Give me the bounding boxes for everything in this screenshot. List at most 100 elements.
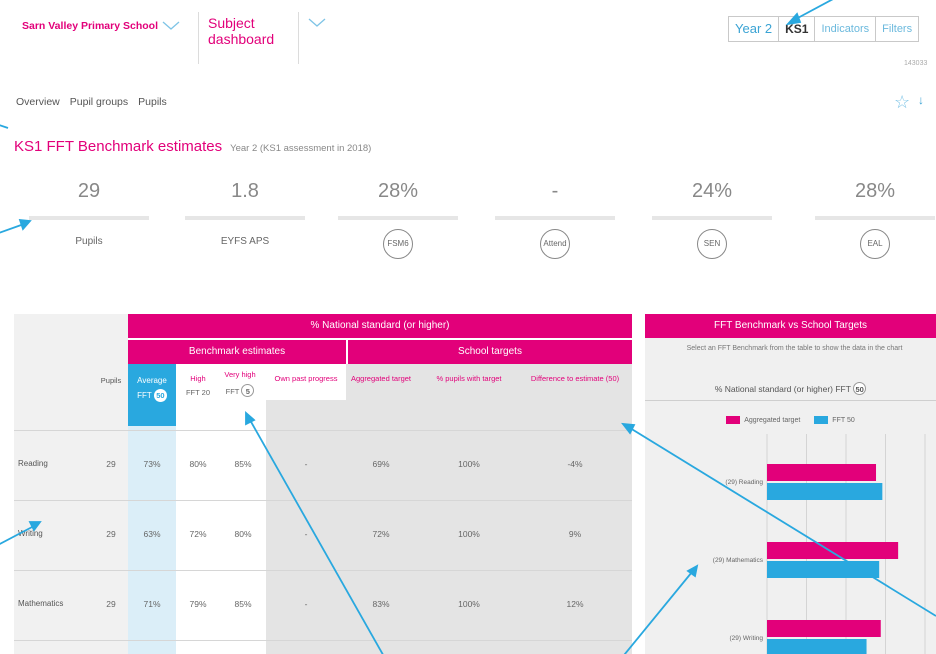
legend-item: Aggregated target — [726, 416, 800, 424]
cell-average: 71% — [143, 599, 161, 609]
row-divider — [14, 500, 632, 501]
cell-high: 80% — [189, 459, 207, 469]
nav-overview[interactable]: Overview — [16, 96, 60, 108]
chart-bar[interactable] — [767, 639, 867, 654]
cell-average: 73% — [143, 459, 161, 469]
cell-pupils: 29 — [106, 529, 116, 539]
tab-year[interactable]: Year 2 — [729, 17, 780, 41]
cell-pupils: 29 — [106, 459, 116, 469]
stat-bar — [185, 216, 305, 220]
cell-average: 63% — [143, 529, 161, 539]
legend-swatch — [814, 416, 829, 424]
col-difference: Difference to estimate (50) — [530, 374, 620, 383]
col-pupils: Pupils — [100, 376, 122, 385]
chart-category-label: (29) Writing — [730, 635, 764, 642]
benchmark-vs-targets-panel: FFT Benchmark vs School Targets Select a… — [645, 314, 936, 654]
group-targets: School targets — [348, 340, 632, 364]
school-name: Sarn Valley Primary School — [22, 20, 158, 32]
stat-bar — [338, 216, 458, 220]
chart-bar[interactable] — [767, 464, 877, 481]
cell-very-high: 80% — [234, 529, 252, 539]
col-very-high[interactable]: Very high FFT 5 — [220, 370, 260, 397]
fft-badge: 50 — [853, 382, 867, 395]
sub-nav: Overview Pupil groups Pupils — [16, 96, 167, 108]
col-high-fft: FFT 20 — [185, 388, 211, 397]
panel-separator — [645, 400, 936, 401]
chart-bar[interactable] — [767, 620, 881, 637]
header-divider — [198, 12, 199, 64]
tab-indicators[interactable]: Indicators — [815, 17, 877, 41]
stat-label: Pupils — [75, 236, 103, 247]
panel-title: FFT Benchmark vs School Targets — [645, 314, 936, 338]
stat-value: 28% — [377, 180, 419, 202]
header-divider — [298, 12, 299, 64]
school-code: 143033 — [904, 60, 928, 67]
annotation-arrow — [0, 223, 25, 234]
dashboard-title: Subject dashboard — [208, 15, 275, 47]
cell-diff: -4% — [567, 459, 583, 469]
col-average[interactable]: Average FFT 50 — [128, 364, 176, 426]
chevron-down-icon — [162, 21, 180, 30]
chart-legend: Aggregated target FFT 50 — [645, 416, 936, 424]
panel-subtitle: % National standard (or higher) FFT 50 — [645, 382, 936, 395]
cell-very-high: 85% — [234, 459, 252, 469]
col-average-fft: FFT — [137, 391, 152, 400]
cell-pct: 100% — [458, 529, 480, 539]
tab-ks1[interactable]: KS1 — [779, 17, 816, 41]
top-header: % National standard (or higher) — [128, 314, 632, 338]
stat-circle-label[interactable]: EAL — [860, 229, 890, 259]
stat-bar — [652, 216, 772, 220]
benchmark-table: % National standard (or higher) Benchmar… — [14, 314, 634, 654]
cell-high: 79% — [189, 599, 207, 609]
stat-value: 29 — [77, 180, 101, 202]
stat-bar — [495, 216, 615, 220]
stat-bar — [815, 216, 935, 220]
page-title: KS1 FFT Benchmark estimates — [14, 138, 223, 155]
cell-high: 72% — [189, 529, 207, 539]
row-subject: Writing — [18, 529, 43, 538]
chart-bar[interactable] — [767, 483, 883, 500]
cell-pupils: 29 — [106, 599, 116, 609]
stat-value: 24% — [691, 180, 733, 202]
stat-circle-label[interactable]: SEN — [697, 229, 727, 259]
school-selector[interactable]: Sarn Valley Primary School — [22, 20, 180, 32]
stat-value: 1.8 — [231, 180, 259, 202]
cell-aggregated: 72% — [372, 529, 390, 539]
cell-own: - — [304, 529, 308, 539]
legend-label: Aggregated target — [744, 416, 801, 424]
cell-pct: 100% — [458, 599, 480, 609]
nav-pupils[interactable]: Pupils — [138, 96, 167, 108]
tab-filters[interactable]: Filters — [876, 17, 918, 41]
col-very-high-label: Very high — [224, 370, 256, 379]
stat-circle-label[interactable]: Attend — [540, 229, 570, 259]
page-heading: KS1 FFT Benchmark estimates Year 2 (KS1 … — [14, 138, 371, 155]
stat-circle-label[interactable]: FSM6 — [383, 229, 413, 259]
row-divider — [14, 570, 632, 571]
cell-pct: 100% — [458, 459, 480, 469]
panel-note: Select an FFT Benchmark from the table t… — [686, 345, 903, 352]
average-col-bg — [128, 400, 176, 654]
cell-own: - — [304, 459, 308, 469]
legend-swatch — [726, 416, 741, 424]
own-past-bg — [266, 400, 346, 654]
cell-very-high: 85% — [234, 599, 252, 609]
row-subject: Mathematics — [18, 599, 64, 608]
annotation-arrow — [0, 124, 9, 129]
panel-body: Select an FFT Benchmark from the table t… — [645, 338, 936, 654]
col-high[interactable]: High FFT 20 — [178, 374, 218, 397]
nav-pupil-groups[interactable]: Pupil groups — [70, 96, 128, 108]
stat-eal: 28% EAL — [815, 180, 935, 259]
col-average-label: Average — [137, 376, 167, 385]
dashboard-selector[interactable]: Subject dashboard — [208, 15, 326, 47]
download-icon[interactable]: ↓ — [918, 93, 924, 107]
stat-label: EYFS APS — [220, 236, 270, 247]
chart-bar[interactable] — [767, 542, 899, 559]
col-pct-pupils: % pupils with target — [436, 374, 502, 383]
cell-own: - — [304, 599, 308, 609]
chart-bar[interactable] — [767, 561, 880, 578]
col-vhigh-fft: FFT — [225, 387, 240, 396]
cell-aggregated: 69% — [372, 459, 390, 469]
top-bar: Sarn Valley Primary School Subject dashb… — [0, 0, 936, 72]
legend-item: FFT 50 — [814, 416, 855, 424]
star-icon[interactable]: ☆ — [894, 92, 910, 113]
